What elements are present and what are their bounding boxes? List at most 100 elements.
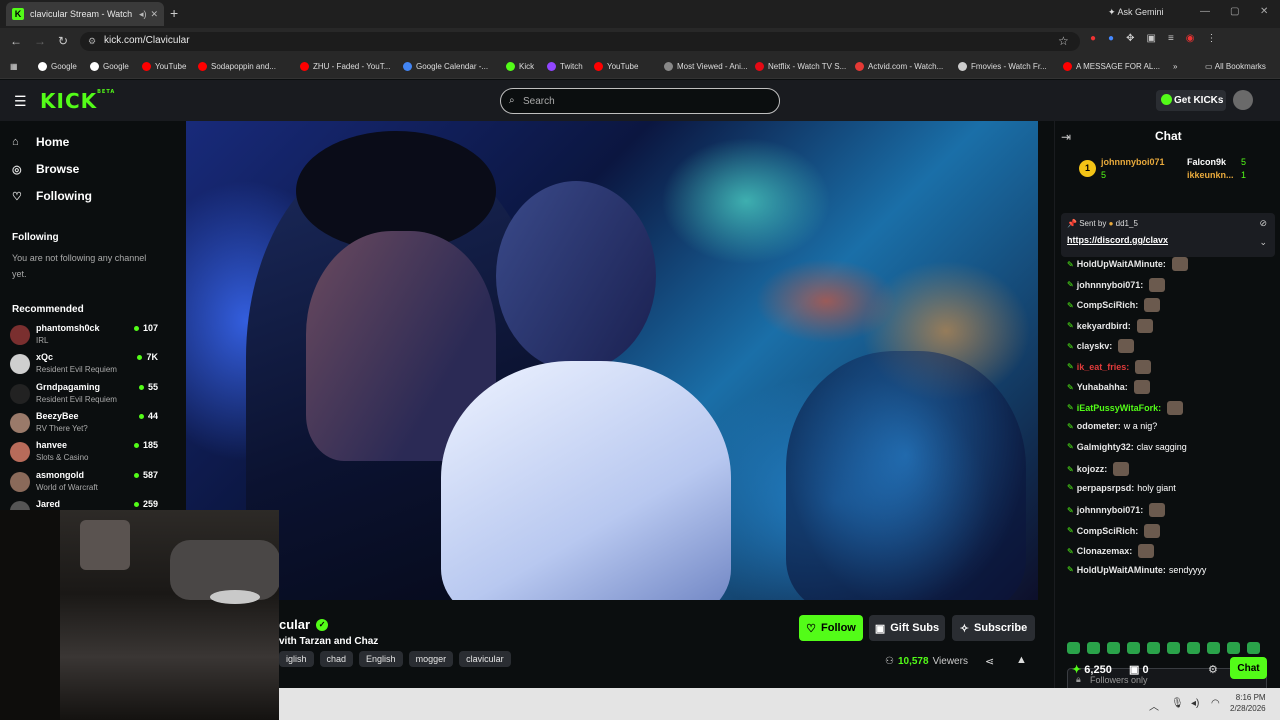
bookmark-item[interactable]: Google <box>90 62 129 71</box>
unpin-icon[interactable]: ⊘ <box>1259 218 1267 229</box>
bookmark-item[interactable]: Kick <box>506 62 534 71</box>
bookmark-item[interactable]: Fmovies - Watch Fr... <box>958 62 1047 71</box>
chat-username[interactable]: Yuhabahha: <box>1077 382 1128 392</box>
bookmark-item[interactable]: ZHU - Faded - YouT... <box>300 62 390 71</box>
emote-icon[interactable] <box>1127 642 1140 654</box>
streamer-name[interactable]: cular ✓ <box>279 617 329 632</box>
user-avatar[interactable] <box>1233 90 1253 110</box>
collapse-chat-icon[interactable]: ⇥ <box>1061 130 1071 144</box>
close-window-icon[interactable]: ✕ <box>1260 6 1268 17</box>
new-tab-button[interactable]: + <box>170 5 178 21</box>
sidepanel-icon[interactable]: ▣ <box>1146 33 1155 44</box>
send-chat-button[interactable]: Chat <box>1230 657 1267 679</box>
emote-icon[interactable] <box>1167 642 1180 654</box>
stream-tag[interactable]: clavicular <box>459 651 511 667</box>
pinned-user[interactable]: dd1_5 <box>1116 219 1138 228</box>
profile-icon[interactable]: ◉ <box>1186 33 1195 44</box>
chat-username[interactable]: kekyardbird: <box>1077 321 1131 331</box>
recommended-channel[interactable]: BeezyBee RV There Yet? 44 <box>10 411 162 439</box>
chat-username[interactable]: odometer: <box>1077 421 1121 431</box>
chevron-down-icon[interactable]: ⌄ <box>1259 237 1267 248</box>
extension-icon[interactable]: ● <box>1090 33 1096 44</box>
subs-balance[interactable]: ▣ 0 <box>1129 663 1149 676</box>
chat-username[interactable]: perpapsrpsd: <box>1077 483 1135 493</box>
chat-username[interactable]: iEatPussyWitaFork: <box>1077 403 1161 413</box>
gear-icon[interactable]: ⚙ <box>1208 663 1218 676</box>
chat-username[interactable]: johnnnyboi071: <box>1077 505 1144 515</box>
stream-tag[interactable]: mogger <box>408 651 454 667</box>
emote-icon[interactable] <box>1187 642 1200 654</box>
emote-icon[interactable] <box>1067 642 1080 654</box>
menu-kebab-icon[interactable]: ⋮ <box>1207 33 1217 44</box>
bookmark-item[interactable]: A MESSAGE FOR AL... <box>1063 62 1160 71</box>
gifter-name[interactable]: johnnnyboi071 <box>1101 157 1165 167</box>
extension-icon[interactable]: ● <box>1108 33 1114 44</box>
network-icon[interactable]: ◠ <box>1211 698 1220 709</box>
speaker-icon[interactable]: ◂) <box>139 9 147 20</box>
forward-icon[interactable]: → <box>34 34 46 48</box>
pinned-link[interactable]: https://discord.gg/clavx <box>1067 235 1168 245</box>
emote-icon[interactable] <box>1207 642 1220 654</box>
site-info-icon[interactable]: ⚙ <box>88 36 96 47</box>
chat-username[interactable]: johnnnyboi071: <box>1077 280 1144 290</box>
bookmark-item[interactable]: Actvid.com - Watch... <box>855 62 943 71</box>
kick-logo[interactable]: KICKBETA <box>40 89 115 113</box>
system-clock[interactable]: 8:16 PM 2/28/2026 <box>1230 692 1266 714</box>
kicks-balance[interactable]: ✦ 6,250 <box>1072 663 1112 676</box>
stream-tag[interactable]: English <box>359 651 403 667</box>
media-icon[interactable]: ≡ <box>1168 33 1174 44</box>
recommended-channel[interactable]: phantomsh0ck IRL 107 <box>10 323 162 351</box>
bookmark-item[interactable]: Google Calendar -... <box>403 62 488 71</box>
search-input[interactable]: ⌕ Search <box>500 88 780 114</box>
bookmark-item[interactable]: YouTube <box>594 62 638 71</box>
bookmark-item[interactable]: Most Viewed - Ani... <box>664 62 748 71</box>
emote-icon[interactable] <box>1247 642 1260 654</box>
stream-tag[interactable]: iglish <box>279 651 314 667</box>
gifter-name[interactable]: Falcon9k <box>1187 157 1226 167</box>
gift-subs-button[interactable]: ▣ Gift Subs <box>869 615 945 641</box>
bookmark-item[interactable]: Google <box>38 62 77 71</box>
bookmark-item[interactable]: Twitch <box>547 62 583 71</box>
chat-username[interactable]: HoldUpWaitAMinute: <box>1077 259 1166 269</box>
more-bookmarks-button[interactable]: » <box>1173 62 1177 71</box>
chat-username[interactable]: HoldUpWaitAMinute: <box>1077 565 1166 575</box>
chat-username[interactable]: Galmighty32: <box>1077 442 1134 452</box>
bookmark-item[interactable]: YouTube <box>142 62 186 71</box>
recommended-channel[interactable]: asmongold World of Warcraft 587 <box>10 470 162 498</box>
bookmark-item[interactable]: Netflix - Watch TV S... <box>755 62 846 71</box>
apps-grid-icon[interactable]: ▦ <box>10 62 18 71</box>
microphone-icon[interactable]: 🎙︎ <box>1171 698 1184 709</box>
follow-button[interactable]: ♡ Follow <box>799 615 863 641</box>
all-bookmarks-button[interactable]: ▭ All Bookmarks <box>1205 62 1266 71</box>
emote-icon[interactable] <box>1087 642 1100 654</box>
gifter-name[interactable]: ikkeunkn... <box>1187 170 1234 180</box>
speaker-icon[interactable]: ◂) <box>1191 698 1199 709</box>
back-icon[interactable]: ← <box>10 34 22 48</box>
emote-icon[interactable] <box>1227 642 1240 654</box>
close-tab-icon[interactable]: ✕ <box>150 9 158 20</box>
ask-gemini-button[interactable]: ✦ Ask Gemini <box>1108 7 1164 18</box>
reload-icon[interactable]: ↻ <box>58 34 68 48</box>
emote-icon[interactable] <box>1147 642 1160 654</box>
recommended-channel[interactable]: hanvee Slots & Casino 185 <box>10 440 162 468</box>
chat-username[interactable]: CompSciRich: <box>1077 300 1139 310</box>
chat-username[interactable]: ik_eat_fries: <box>1077 362 1130 372</box>
sidebar-item-following[interactable]: ♡ Following <box>12 189 92 203</box>
puzzle-icon[interactable]: ✥ <box>1126 33 1134 44</box>
chat-username[interactable]: kojozz: <box>1077 464 1108 474</box>
sidebar-item-home[interactable]: ⌂ Home <box>12 135 69 149</box>
browser-tab[interactable]: K clavicular Stream - Watch Li ◂) ✕ <box>6 2 164 26</box>
recommended-channel[interactable]: xQc Resident Evil Requiem 7K <box>10 352 162 380</box>
bookmark-star-icon[interactable]: ☆ <box>1058 34 1069 48</box>
video-player[interactable] <box>186 121 1038 600</box>
minimize-icon[interactable]: — <box>1200 6 1210 17</box>
chat-username[interactable]: CompSciRich: <box>1077 526 1139 536</box>
stream-tag[interactable]: chad <box>319 651 354 667</box>
tray-chevron-icon[interactable]: ︿ <box>1149 698 1159 713</box>
url-field[interactable]: ⚙ kick.com/Clavicular <box>80 32 1080 51</box>
get-kicks-button[interactable]: Get KICKs <box>1156 90 1226 111</box>
chat-username[interactable]: clayskv: <box>1077 341 1113 351</box>
chat-username[interactable]: Clonazemax: <box>1077 546 1133 556</box>
sidebar-item-browse[interactable]: ◎ Browse <box>12 162 79 176</box>
maximize-icon[interactable]: ▢ <box>1230 6 1239 17</box>
